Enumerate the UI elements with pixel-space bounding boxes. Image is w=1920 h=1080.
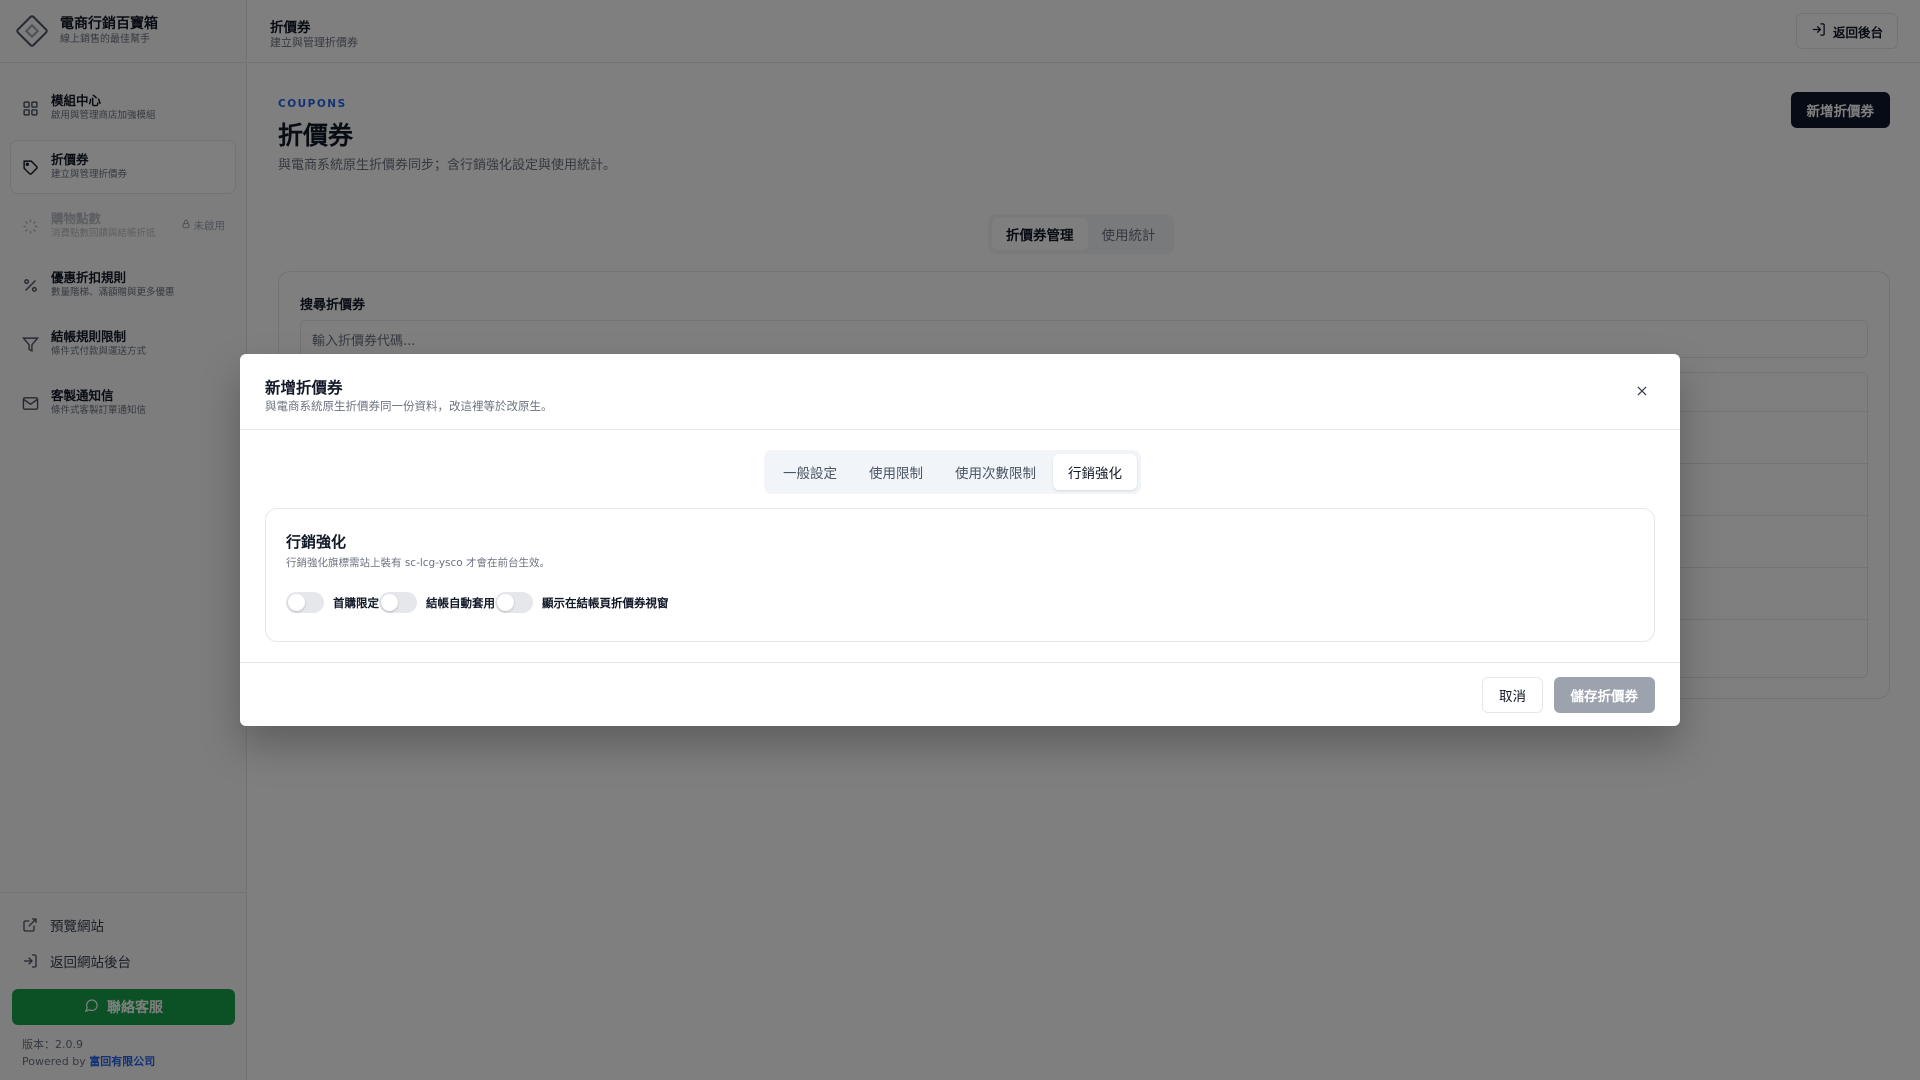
- tab-usage-limits[interactable]: 使用次數限制: [940, 454, 1051, 490]
- dialog-subtitle: 與電商系統原生折價券同一份資料，改這裡等於改原生。: [265, 399, 553, 413]
- toggle-switch[interactable]: [379, 592, 417, 613]
- dialog-tabs: 一般設定 使用限制 使用次數限制 行銷強化: [764, 450, 1141, 494]
- close-icon[interactable]: [1632, 381, 1652, 401]
- toggle-first-purchase[interactable]: 首購限定: [286, 592, 379, 613]
- dialog-footer: 取消 儲存折價券: [240, 662, 1680, 726]
- toggle-label: 顯示在結帳頁折價券視窗: [542, 595, 669, 610]
- save-coupon-button[interactable]: 儲存折價券: [1553, 677, 1655, 713]
- toggle-label: 首購限定: [333, 595, 379, 610]
- tab-general-settings[interactable]: 一般設定: [768, 454, 852, 490]
- toggle-auto-apply[interactable]: 結帳自動套用: [379, 592, 495, 613]
- toggle-show-in-checkout[interactable]: 顯示在結帳頁折價券視窗: [495, 592, 669, 613]
- toggle-switch[interactable]: [286, 592, 324, 613]
- dialog-title: 新增折價券: [265, 379, 343, 397]
- toggle-switch[interactable]: [495, 592, 533, 613]
- toggle-group: 首購限定 結帳自動套用 顯示在結帳頁折價券視窗: [286, 592, 669, 613]
- toggle-label: 結帳自動套用: [426, 595, 495, 610]
- tab-usage-restrictions[interactable]: 使用限制: [854, 454, 938, 490]
- cancel-button[interactable]: 取消: [1482, 677, 1543, 713]
- section-note: 行銷強化旗標需站上裝有 sc-lcg-ysco 才會在前台生效。: [286, 557, 551, 569]
- new-coupon-dialog: 新增折價券 與電商系統原生折價券同一份資料，改這裡等於改原生。 一般設定 使用限…: [240, 354, 1680, 726]
- dialog-header: 新增折價券 與電商系統原生折價券同一份資料，改這裡等於改原生。: [240, 354, 1680, 430]
- section-title: 行銷強化: [286, 533, 347, 551]
- tab-marketing-boost[interactable]: 行銷強化: [1053, 454, 1137, 490]
- marketing-boost-card: 行銷強化 行銷強化旗標需站上裝有 sc-lcg-ysco 才會在前台生效。 首購…: [265, 508, 1655, 642]
